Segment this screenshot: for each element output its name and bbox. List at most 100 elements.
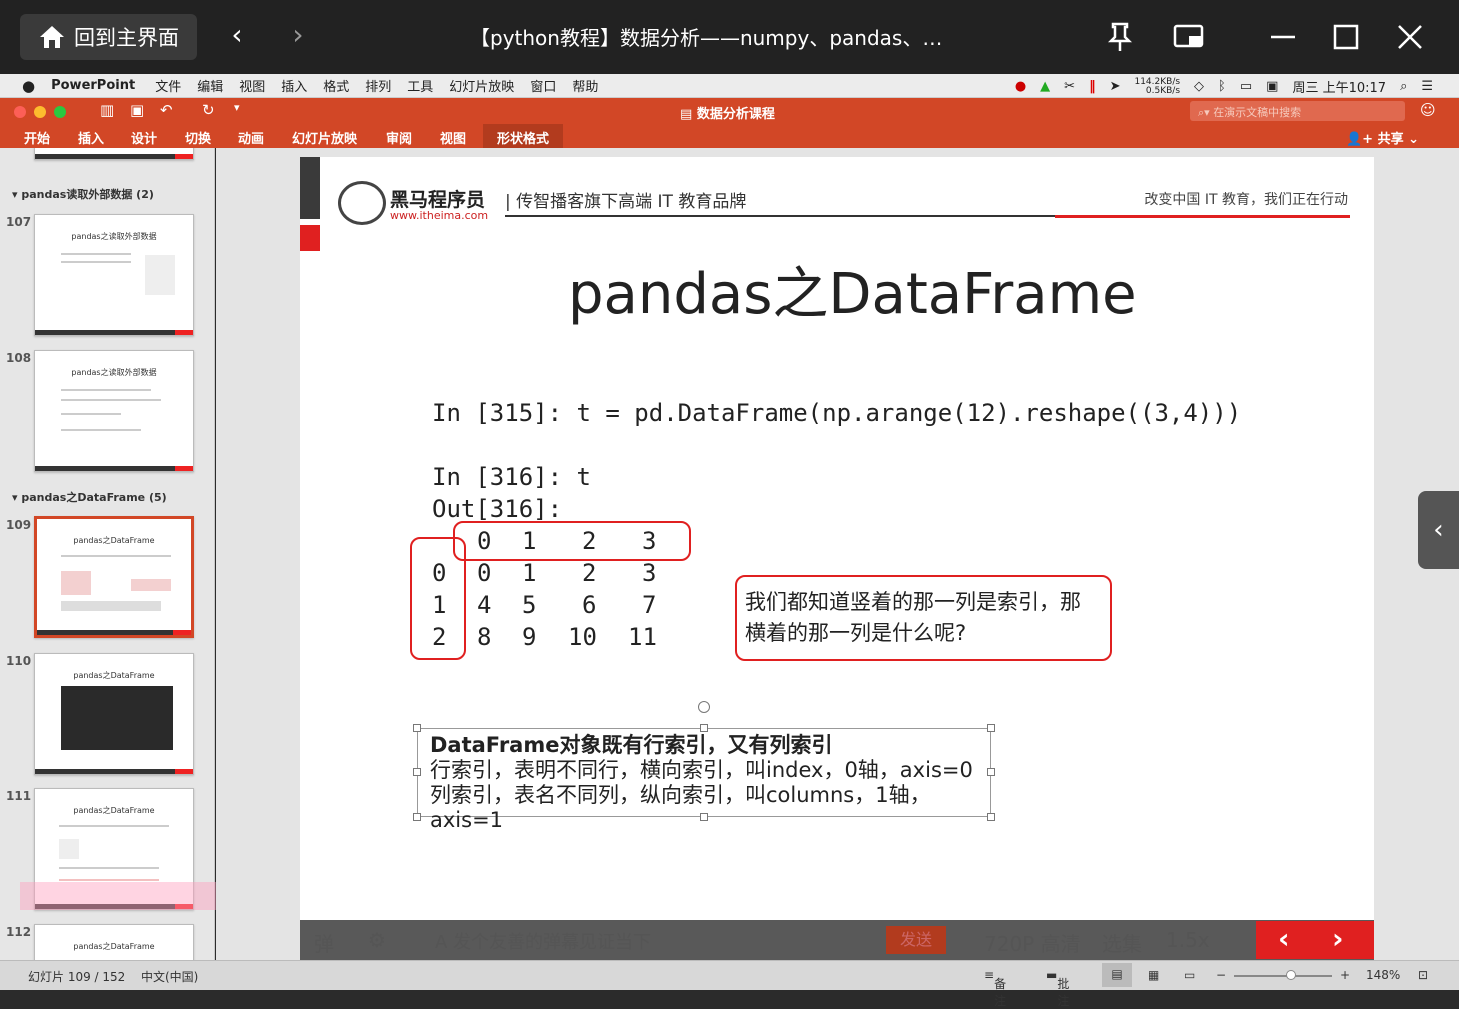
collapse-panel-button[interactable]: ‹: [1418, 491, 1459, 569]
thumbnail-slide-107[interactable]: pandas之读取外部数据: [34, 214, 194, 336]
slide-canvas[interactable]: 黑马程序员 www.itheima.com | 传智播客旗下高端 IT 教育品牌…: [300, 157, 1374, 960]
upload-icon[interactable]: ▲: [1040, 79, 1050, 94]
menu-format[interactable]: 格式: [323, 76, 349, 95]
resize-handle[interactable]: [413, 813, 421, 821]
menu-edit[interactable]: 编辑: [197, 76, 223, 95]
thumbnail-slide-112[interactable]: pandas之DataFrame: [34, 924, 194, 960]
home-button[interactable]: 回到主界面: [20, 14, 197, 60]
minimize-icon[interactable]: [1266, 20, 1300, 54]
resize-handle[interactable]: [700, 724, 708, 732]
normal-view-icon[interactable]: ▤: [1102, 963, 1132, 987]
danmaku-toggle-icon[interactable]: 弹: [314, 928, 334, 957]
window-close-dot[interactable]: [14, 106, 26, 118]
tab-view[interactable]: 视图: [440, 128, 466, 147]
menu-app-name[interactable]: PowerPoint: [51, 78, 135, 93]
send-icon[interactable]: ➤: [1110, 79, 1121, 94]
comments-label: 批注: [1057, 977, 1070, 1008]
tab-slideshow[interactable]: 幻灯片放映: [292, 128, 357, 147]
df-cell: 2: [582, 559, 597, 587]
clock[interactable]: 周三 上午10:17: [1292, 77, 1386, 96]
presenter-view-icon[interactable]: ▭: [1184, 968, 1195, 982]
bluetooth-icon[interactable]: ᛒ: [1218, 79, 1226, 94]
slide-thumbnail-pane[interactable]: ▾ pandas读取外部数据 (2) 107 pandas之读取外部数据 108…: [0, 148, 215, 960]
maximize-icon[interactable]: [1329, 20, 1363, 54]
resize-handle[interactable]: [987, 813, 995, 821]
episodes-button[interactable]: 选集: [1102, 928, 1142, 957]
pause-icon[interactable]: ‖: [1089, 79, 1096, 94]
record-icon[interactable]: ●: [1015, 79, 1026, 94]
menu-help[interactable]: 帮助: [572, 76, 598, 95]
language-indicator[interactable]: 中文(中国): [141, 968, 198, 985]
tab-home[interactable]: 开始: [24, 128, 50, 147]
thumbnail-slide-109[interactable]: pandas之DataFrame: [34, 516, 194, 638]
zoom-level[interactable]: 148%: [1366, 968, 1400, 982]
search-input[interactable]: ⌕▾ 在演示文稿中搜索: [1190, 101, 1405, 121]
resize-handle[interactable]: [413, 768, 421, 776]
tab-animations[interactable]: 动画: [238, 128, 264, 147]
zoom-out-icon[interactable]: −: [1216, 968, 1226, 982]
tab-insert[interactable]: 插入: [78, 128, 104, 147]
resize-handle[interactable]: [987, 724, 995, 732]
zoom-slider[interactable]: [1234, 975, 1332, 977]
column-index-highlight[interactable]: [453, 521, 691, 561]
comments-button[interactable]: ▬ 批注: [1046, 968, 1069, 1008]
notes-button[interactable]: ≡ 备注: [984, 968, 1006, 1008]
resize-handle[interactable]: [413, 724, 421, 732]
pin-icon[interactable]: [1103, 20, 1137, 54]
selected-textbox[interactable]: DataFrame对象既有行索引，又有列索引 行索引，表明不同行，横向索引，叫i…: [417, 728, 991, 832]
section-header-dataframe[interactable]: ▾ pandas之DataFrame (5): [12, 489, 167, 505]
battery-icon[interactable]: ▭: [1240, 79, 1252, 94]
scissors-icon[interactable]: ✂: [1064, 79, 1075, 94]
tab-shape-format[interactable]: 形状格式: [483, 124, 564, 148]
picture-in-picture-icon[interactable]: [1172, 20, 1206, 54]
next-slide-icon[interactable]: ›: [1332, 922, 1344, 955]
danmaku-input[interactable]: A 发个友善的弹幕见证当下: [435, 928, 651, 954]
notification-list-icon[interactable]: ☰: [1421, 79, 1433, 94]
window-zoom-dot[interactable]: [54, 106, 66, 118]
resize-handle[interactable]: [700, 813, 708, 821]
speed-selector[interactable]: 1.5x: [1166, 928, 1210, 952]
menu-window[interactable]: 窗口: [530, 76, 556, 95]
zoom-in-icon[interactable]: +: [1340, 968, 1350, 982]
tab-review[interactable]: 审阅: [386, 128, 412, 147]
spotlight-search-icon[interactable]: ⌕: [1400, 79, 1407, 94]
tab-transitions[interactable]: 切换: [185, 128, 211, 147]
menu-arrange[interactable]: 排列: [365, 76, 391, 95]
callout-box[interactable]: 我们都知道竖着的那一列是索引，那 横着的那一列是什么呢?: [735, 575, 1112, 661]
danmaku-settings-icon[interactable]: ⚙: [368, 928, 386, 952]
close-icon[interactable]: [1393, 20, 1427, 54]
thumbnail-slide-106[interactable]: [34, 148, 194, 160]
customize-toolbar-icon[interactable]: ▾: [234, 101, 240, 114]
slide-title[interactable]: pandas之DataFrame: [568, 249, 1137, 330]
save-icon[interactable]: ▣: [130, 101, 144, 119]
chevron-left-icon[interactable]: ‹: [222, 18, 252, 51]
thumbnail-slide-108[interactable]: pandas之读取外部数据: [34, 350, 194, 472]
zoom-slider-knob[interactable]: [1286, 970, 1296, 980]
chevron-right-icon[interactable]: ›: [283, 18, 313, 51]
thumbnail-slide-110[interactable]: pandas之DataFrame: [34, 653, 194, 775]
menu-file[interactable]: 文件: [155, 76, 181, 95]
dict-icon[interactable]: ▣: [1266, 79, 1278, 94]
resize-handle[interactable]: [987, 768, 995, 776]
menu-tools[interactable]: 工具: [407, 76, 433, 95]
menu-slideshow[interactable]: 幻灯片放映: [449, 76, 514, 95]
menu-insert[interactable]: 插入: [281, 76, 307, 95]
section-header-read-data[interactable]: ▾ pandas读取外部数据 (2): [12, 186, 154, 202]
slide-sorter-icon[interactable]: ▦: [1148, 968, 1159, 982]
send-danmaku-button[interactable]: 发送: [886, 926, 946, 954]
wifi-icon[interactable]: ◇: [1194, 79, 1204, 94]
share-button[interactable]: 👤+ 共享 ⌄: [1346, 128, 1419, 147]
smiley-feedback-icon[interactable]: ☺: [1420, 101, 1436, 119]
apple-icon[interactable]: ●: [22, 77, 35, 95]
fit-to-window-icon[interactable]: ⊡: [1418, 968, 1428, 982]
new-slide-icon[interactable]: ▥: [100, 101, 114, 119]
quality-selector[interactable]: 720P 高清: [984, 928, 1081, 957]
rotate-handle[interactable]: [698, 701, 710, 713]
window-minimize-dot[interactable]: [34, 106, 46, 118]
menu-view[interactable]: 视图: [239, 76, 265, 95]
previous-slide-icon[interactable]: ‹: [1278, 922, 1290, 955]
undo-icon[interactable]: ↶: [160, 101, 173, 119]
tab-design[interactable]: 设计: [131, 128, 157, 147]
redo-icon[interactable]: ↻: [202, 101, 215, 119]
row-index-highlight[interactable]: [410, 537, 466, 660]
